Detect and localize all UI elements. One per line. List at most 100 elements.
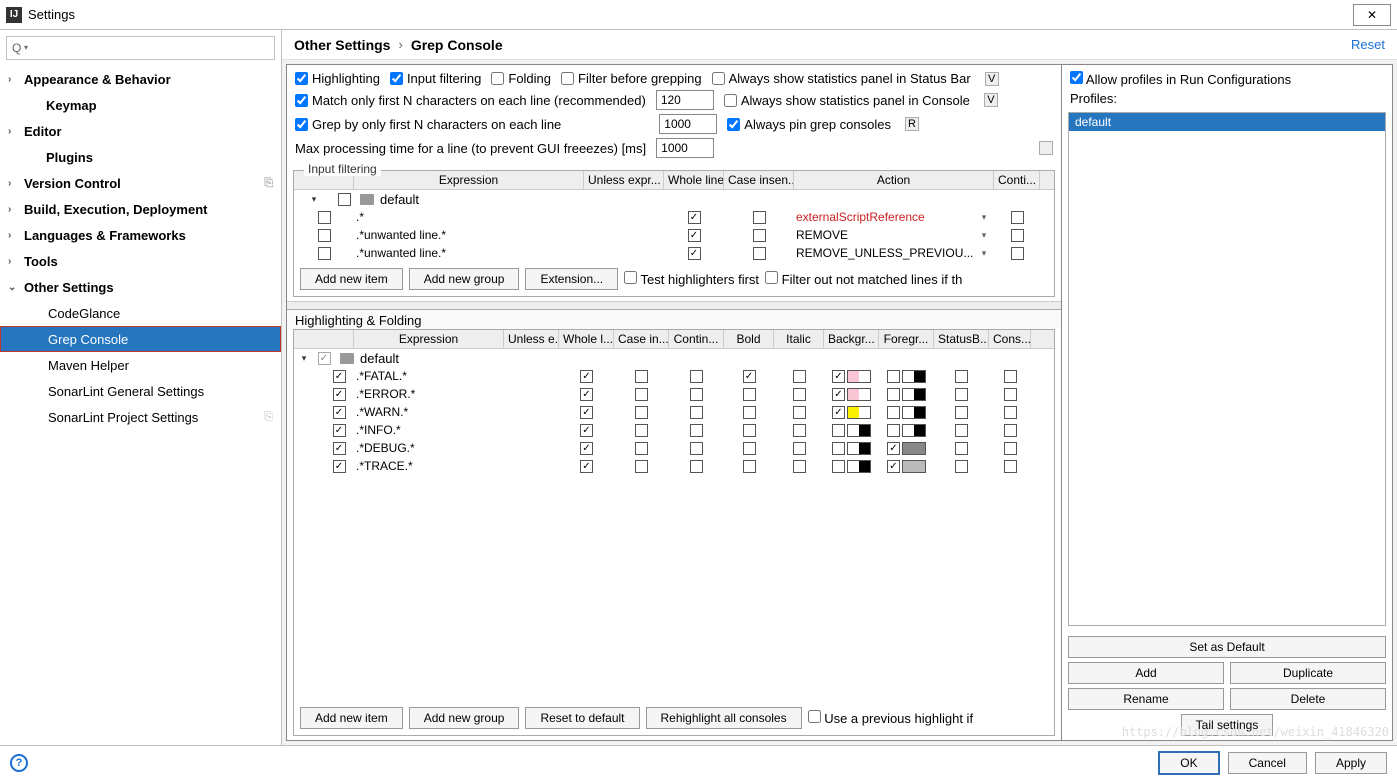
nav-item-editor[interactable]: ›Editor (0, 118, 281, 144)
nav-item-plugins[interactable]: Plugins (0, 144, 281, 170)
grep-first-n-input[interactable] (659, 114, 717, 134)
column-header[interactable]: Whole line (664, 171, 724, 189)
window-close-button[interactable]: ✕ (1353, 4, 1391, 26)
highlight-row[interactable]: .*DEBUG.* (294, 439, 1054, 457)
opt-stats-status-bar[interactable]: Always show statistics panel in Status B… (712, 71, 971, 86)
nav-item-codeglance[interactable]: CodeGlance (0, 300, 281, 326)
profile-item-default[interactable]: default (1069, 113, 1385, 131)
max-time-input[interactable] (656, 138, 714, 158)
opt-pin-grep-consoles[interactable]: Always pin grep consoles (727, 117, 891, 132)
chevron-icon: › (8, 126, 24, 137)
highlight-row[interactable]: .*FATAL.* (294, 367, 1054, 385)
opt-filter-before-grepping[interactable]: Filter before grepping (561, 71, 702, 86)
column-header[interactable]: Contin... (669, 330, 724, 348)
reset-link[interactable]: Reset (1351, 37, 1385, 52)
dropdown-icon[interactable]: ▾ (982, 212, 987, 223)
search-dropdown-icon[interactable]: ▾ (24, 43, 28, 52)
nav-item-sonarlint-project-settings[interactable]: SonarLint Project Settings⎘ (0, 404, 281, 430)
column-header[interactable]: Action (794, 171, 994, 189)
column-header[interactable]: Unless e... (504, 330, 559, 348)
add-new-group-button[interactable]: Add new group (409, 268, 520, 290)
nav-item-appearance-behavior[interactable]: ›Appearance & Behavior (0, 66, 281, 92)
column-header[interactable]: Foregr... (879, 330, 934, 348)
opt-folding[interactable]: Folding (491, 71, 551, 86)
column-header[interactable]: Bold (724, 330, 774, 348)
project-scope-icon: ⎘ (264, 177, 273, 190)
highlight-row[interactable]: .*WARN.* (294, 403, 1054, 421)
column-header[interactable]: Unless expr... (584, 171, 664, 189)
nav-item-maven-helper[interactable]: Maven Helper (0, 352, 281, 378)
group-row[interactable]: ▾default (294, 349, 1054, 367)
column-header[interactable]: Conti... (994, 171, 1040, 189)
filter-row[interactable]: .*externalScriptReference▾ (294, 208, 1054, 226)
nav-item-other-settings[interactable]: ⌄Other Settings (0, 274, 281, 300)
chevron-icon: › (8, 204, 24, 215)
filter-row[interactable]: .*unwanted line.*REMOVE▾ (294, 226, 1054, 244)
filter-row[interactable]: .*unwanted line.*REMOVE_UNLESS_PREVIOU..… (294, 244, 1054, 262)
dropdown-icon[interactable]: ▾ (982, 230, 987, 241)
column-header[interactable] (294, 330, 354, 348)
opt-highlighting[interactable]: Highlighting (295, 71, 380, 86)
ok-button[interactable]: OK (1158, 751, 1219, 775)
nav-item-version-control[interactable]: ›Version Control⎘ (0, 170, 281, 196)
highlight-row[interactable]: .*TRACE.* (294, 457, 1054, 475)
set-as-default-button[interactable]: Set as Default (1068, 636, 1386, 658)
nav-item-label: Appearance & Behavior (24, 72, 171, 87)
reset-to-default-button[interactable]: Reset to default (525, 707, 639, 729)
column-header[interactable]: Whole l... (559, 330, 614, 348)
nav-item-label: Version Control (24, 176, 121, 191)
hl-add-new-item-button[interactable]: Add new item (300, 707, 403, 729)
use-previous-highlight-checkbox[interactable]: Use a previous highlight if (808, 710, 973, 726)
profiles-list[interactable]: default (1068, 112, 1386, 626)
column-header[interactable]: Expression (354, 171, 584, 189)
nav-item-sonarlint-general-settings[interactable]: SonarLint General Settings (0, 378, 281, 404)
column-header[interactable]: Italic (774, 330, 824, 348)
allow-profiles-checkbox[interactable]: Allow profiles in Run Configurations (1070, 72, 1291, 87)
nav-item-languages-frameworks[interactable]: ›Languages & Frameworks (0, 222, 281, 248)
truncated-button[interactable]: V (984, 93, 998, 107)
opt-match-first-n[interactable]: Match only first N characters on each li… (295, 93, 646, 108)
add-new-item-button[interactable]: Add new item (300, 268, 403, 290)
match-first-n-input[interactable] (656, 90, 714, 110)
nav-item-grep-console[interactable]: Grep Console (0, 326, 281, 352)
column-header[interactable]: Case insen... (724, 171, 794, 189)
hl-add-new-group-button[interactable]: Add new group (409, 707, 520, 729)
truncated-button[interactable]: V (985, 72, 999, 86)
breadcrumb: Other Settings › Grep Console Reset (282, 30, 1397, 60)
column-header[interactable]: Expression (354, 330, 504, 348)
add-profile-button[interactable]: Add (1068, 662, 1224, 684)
opt-stats-console[interactable]: Always show statistics panel in Console (724, 93, 970, 108)
chevron-icon: › (8, 74, 24, 85)
extension-button[interactable]: Extension... (525, 268, 618, 290)
settings-tree[interactable]: ›Appearance & BehaviorKeymap›EditorPlugi… (0, 66, 281, 745)
opt-input-filtering[interactable]: Input filtering (390, 71, 481, 86)
nav-item-tools[interactable]: ›Tools (0, 248, 281, 274)
column-header[interactable]: Cons... (989, 330, 1031, 348)
test-highlighters-first-checkbox[interactable]: Test highlighters first (624, 271, 759, 287)
apply-button[interactable]: Apply (1315, 752, 1387, 774)
project-scope-icon: ⎘ (264, 411, 273, 424)
column-header[interactable]: StatusB... (934, 330, 989, 348)
tail-settings-button[interactable]: Tail settings (1181, 714, 1274, 736)
nav-item-build-execution-deployment[interactable]: ›Build, Execution, Deployment (0, 196, 281, 222)
cancel-button[interactable]: Cancel (1228, 752, 1307, 774)
dropdown-icon[interactable]: ▾ (982, 248, 987, 259)
filter-out-not-matched-checkbox[interactable]: Filter out not matched lines if th (765, 271, 962, 287)
nav-item-keymap[interactable]: Keymap (0, 92, 281, 118)
nav-item-label: Other Settings (24, 280, 114, 295)
column-header[interactable]: Backgr... (824, 330, 879, 348)
rehighlight-button[interactable]: Rehighlight all consoles (646, 707, 802, 729)
truncated-button[interactable] (1039, 141, 1053, 155)
delete-profile-button[interactable]: Delete (1230, 688, 1386, 710)
settings-search-input[interactable] (6, 36, 275, 60)
highlight-row[interactable]: .*INFO.* (294, 421, 1054, 439)
help-icon[interactable]: ? (10, 754, 28, 772)
duplicate-profile-button[interactable]: Duplicate (1230, 662, 1386, 684)
highlight-row[interactable]: .*ERROR.* (294, 385, 1054, 403)
rename-profile-button[interactable]: Rename (1068, 688, 1224, 710)
column-header[interactable]: Case in... (614, 330, 669, 348)
group-row[interactable]: ▾default (294, 190, 1054, 208)
truncated-button[interactable]: R (905, 117, 919, 131)
nav-item-label: Maven Helper (48, 358, 129, 373)
opt-grep-first-n[interactable]: Grep by only first N characters on each … (295, 117, 561, 132)
